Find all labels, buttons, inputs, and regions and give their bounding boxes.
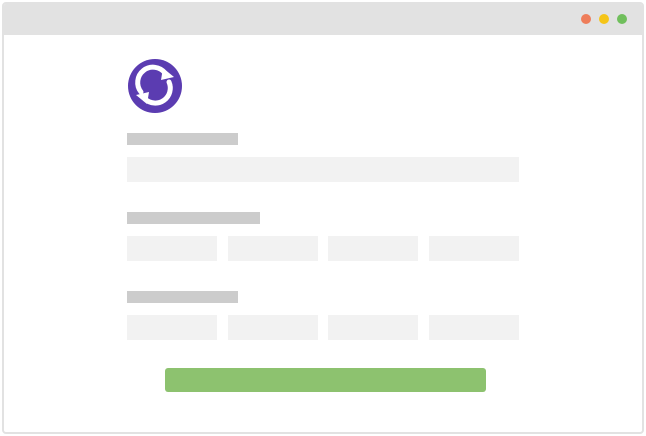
circular-arrows-logo-icon xyxy=(127,58,183,114)
input-segment-field[interactable] xyxy=(429,236,519,261)
field-label-placeholder xyxy=(127,291,238,303)
minimize-window-icon[interactable] xyxy=(599,14,609,24)
input-segment-field[interactable] xyxy=(228,315,318,340)
input-segment-field[interactable] xyxy=(228,236,318,261)
field-label-placeholder xyxy=(127,133,238,145)
maximize-window-icon[interactable] xyxy=(617,14,627,24)
close-window-icon[interactable] xyxy=(581,14,591,24)
input-segment-field[interactable] xyxy=(429,315,519,340)
field-label-placeholder xyxy=(127,212,260,224)
input-segment-field[interactable] xyxy=(127,315,217,340)
input-segment-field[interactable] xyxy=(127,236,217,261)
submit-button[interactable] xyxy=(165,368,486,392)
text-input-field[interactable] xyxy=(127,157,519,182)
input-segment-field[interactable] xyxy=(328,315,418,340)
window-titlebar xyxy=(4,4,642,35)
browser-window xyxy=(2,2,644,434)
input-segment-field[interactable] xyxy=(328,236,418,261)
